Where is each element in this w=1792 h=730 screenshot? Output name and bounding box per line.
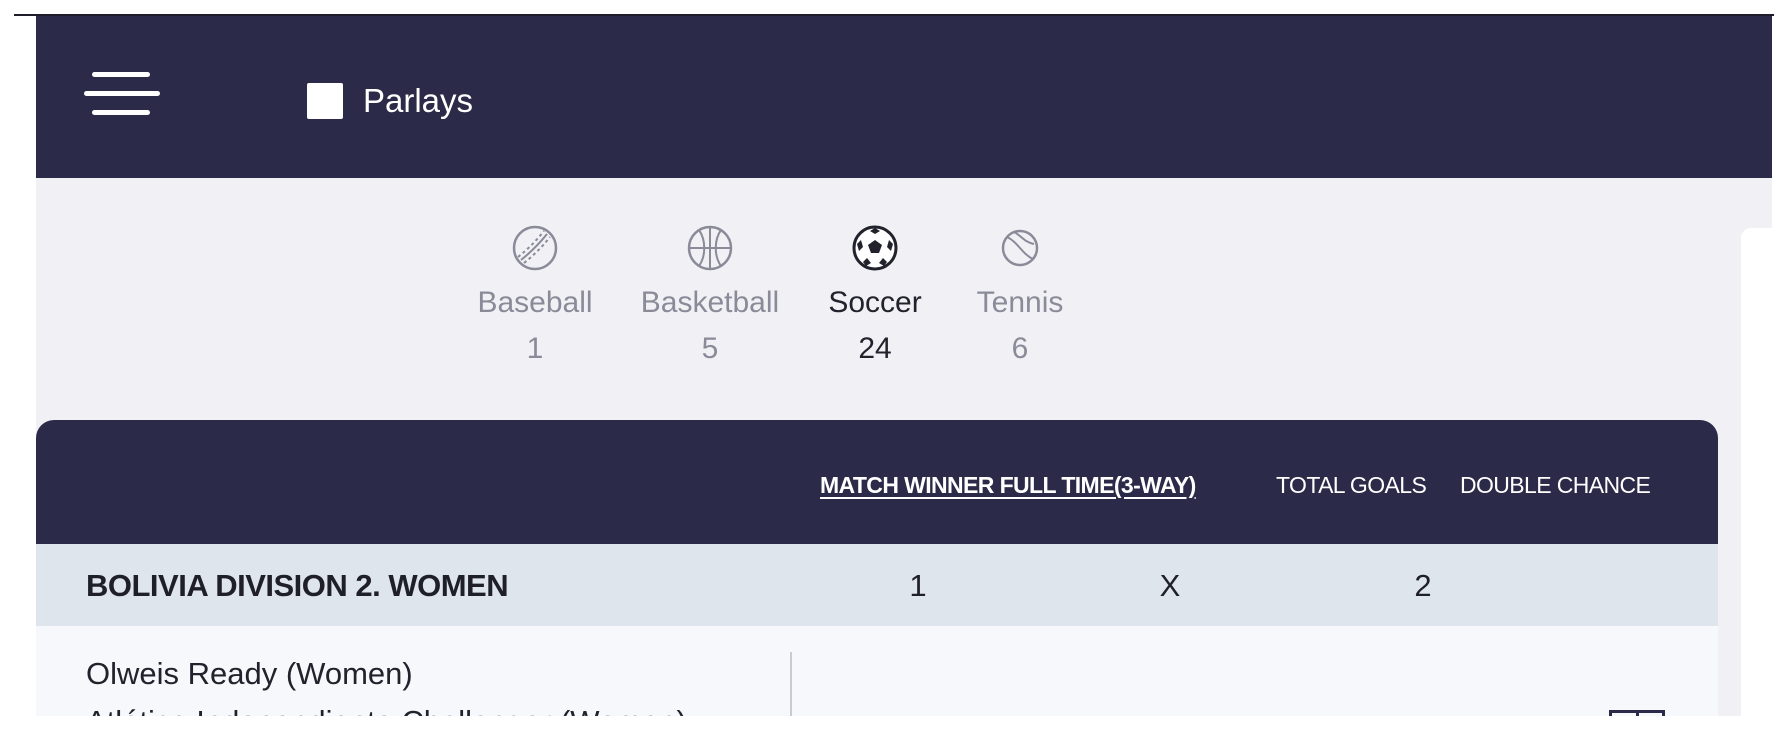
league-name: BOLIVIA DIVISION 2. WOMEN — [86, 568, 509, 603]
sport-name: Basketball — [640, 286, 780, 319]
baseball-icon — [512, 225, 558, 271]
market-header: MATCH WINNER FULL TIME(3-WAY) TOTAL GOAL… — [36, 420, 1718, 544]
tab-double-chance[interactable]: DOUBLE CHANCE — [1460, 472, 1651, 499]
parlays-toggle[interactable]: Parlays — [307, 82, 473, 120]
sport-count: 6 — [1011, 332, 1029, 365]
team-home: Olweis Ready (Women) — [86, 656, 413, 691]
top-header: Parlays — [36, 16, 1772, 178]
parlays-checkbox[interactable] — [307, 83, 343, 119]
basketball-icon — [687, 225, 733, 271]
sport-tab-baseball[interactable]: Baseball 1 — [445, 222, 625, 366]
bottom-edge — [0, 716, 1792, 730]
col-draw: X — [1159, 568, 1181, 603]
sport-selector: Baseball 1 Basketball 5 Soccer 24 Tennis… — [0, 222, 1792, 382]
match-row[interactable]: Olweis Ready (Women) Atlético Independie… — [36, 626, 1718, 730]
sport-count: 1 — [526, 332, 544, 365]
soccer-ball-icon — [852, 225, 898, 271]
tennis-ball-icon — [1001, 229, 1039, 267]
sport-name: Tennis — [976, 286, 1064, 319]
sport-tab-basketball[interactable]: Basketball 5 — [620, 222, 800, 366]
sport-count: 5 — [701, 332, 719, 365]
sport-tab-tennis[interactable]: Tennis 6 — [930, 222, 1110, 366]
odds-table: MATCH WINNER FULL TIME(3-WAY) TOTAL GOAL… — [36, 420, 1718, 730]
league-header: BOLIVIA DIVISION 2. WOMEN 1 X 2 — [36, 544, 1718, 626]
tab-total-goals[interactable]: TOTAL GOALS — [1276, 472, 1427, 499]
col-home: 1 — [909, 568, 927, 603]
sport-name: Baseball — [477, 286, 593, 319]
hamburger-menu-icon[interactable] — [84, 70, 160, 120]
tab-match-winner[interactable]: MATCH WINNER FULL TIME(3-WAY) — [820, 472, 1196, 499]
parlays-label: Parlays — [363, 82, 474, 119]
col-away: 2 — [1414, 568, 1432, 603]
